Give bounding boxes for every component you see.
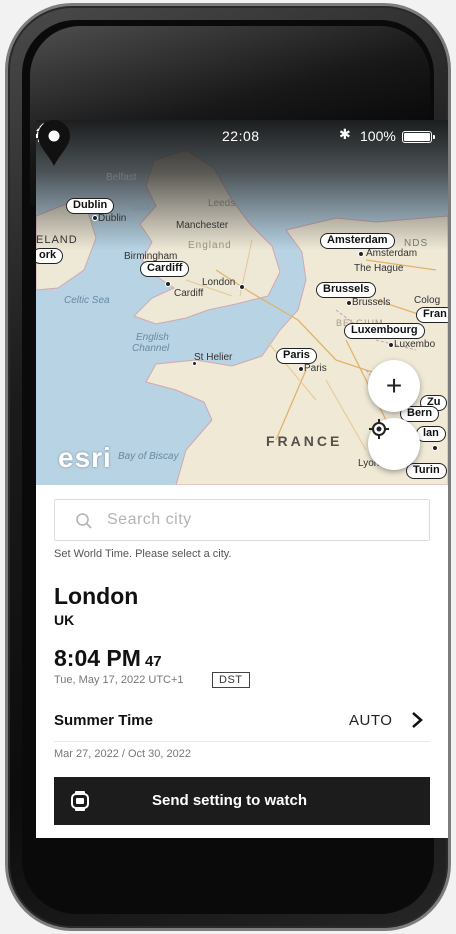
app-screen: Belfast Dublin Dublin Sea Leeds Manchest… bbox=[36, 120, 448, 838]
map-label: Manchester bbox=[176, 220, 229, 231]
battery-percent: 100% bbox=[360, 128, 396, 144]
map-city-chip[interactable]: Amsterdam bbox=[320, 233, 395, 249]
map-city-dot bbox=[239, 284, 245, 290]
time-main: 8:04 PM bbox=[54, 645, 141, 671]
map-label: The Hague bbox=[354, 263, 404, 274]
dst-range: Mar 27, 2022 / Oct 30, 2022 bbox=[54, 748, 191, 760]
send-to-watch-button[interactable]: Send setting to watch bbox=[54, 777, 430, 825]
map-label: Paris bbox=[304, 363, 327, 374]
map-label: ELAND bbox=[36, 234, 78, 246]
map-city-chip[interactable]: ork bbox=[36, 248, 64, 264]
map-city-dot bbox=[358, 251, 364, 257]
map-label: Channel bbox=[132, 343, 170, 354]
map-label: London bbox=[202, 277, 236, 288]
map-city-dot bbox=[432, 445, 438, 451]
status-time: 22:08 bbox=[222, 128, 260, 144]
map-label: Dublin bbox=[98, 213, 127, 224]
map-label: FRANCE bbox=[266, 433, 343, 449]
map-label: Belfast bbox=[106, 172, 137, 183]
battery-icon bbox=[402, 131, 432, 143]
battery-tip bbox=[433, 135, 435, 139]
map-label: Luxembo bbox=[394, 339, 436, 350]
map-city-chip[interactable]: Fran bbox=[416, 307, 448, 323]
status-bar: 22:08 ✱ 100% bbox=[36, 126, 448, 148]
locate-icon bbox=[369, 419, 389, 439]
city-panel: Search city Set World Time. Please selec… bbox=[36, 485, 448, 838]
map-label: English bbox=[136, 332, 169, 343]
date-line: Tue, May 17, 2022 UTC+1 bbox=[54, 674, 184, 686]
world-map[interactable]: Belfast Dublin Dublin Sea Leeds Manchest… bbox=[36, 120, 448, 485]
search-placeholder: Search city bbox=[107, 511, 192, 528]
map-city-dot bbox=[165, 281, 171, 287]
dst-badge: DST bbox=[212, 672, 250, 688]
map-city-chip[interactable]: lan bbox=[416, 426, 446, 442]
map-city-chip[interactable]: Brussels bbox=[316, 282, 377, 298]
divider bbox=[54, 741, 430, 742]
map-city-chip[interactable]: Luxembourg bbox=[344, 323, 425, 339]
city-name: London bbox=[54, 583, 139, 609]
map-city-chip[interactable]: Turin bbox=[406, 463, 447, 479]
current-time: 8:04 PM 47 bbox=[54, 645, 162, 675]
send-button-label: Send setting to watch bbox=[152, 792, 308, 809]
hint-text: Set World Time. Please select a city. bbox=[54, 548, 232, 560]
map-label: Colog bbox=[414, 295, 441, 306]
map-pin-icon[interactable] bbox=[36, 120, 72, 168]
locate-button[interactable] bbox=[368, 418, 420, 470]
map-label: Cardiff bbox=[174, 288, 204, 299]
map-label: Leeds bbox=[208, 198, 236, 209]
map-city-chip[interactable]: Dublin bbox=[66, 198, 115, 214]
map-label: England bbox=[188, 240, 232, 251]
esri-logo: esri bbox=[58, 442, 112, 473]
watch-icon bbox=[71, 791, 89, 811]
summer-time-label[interactable]: Summer Time bbox=[54, 712, 153, 729]
chevron-right-icon[interactable] bbox=[410, 710, 424, 730]
summer-time-mode[interactable]: AUTO bbox=[349, 712, 392, 729]
map-label: Amsterdam bbox=[366, 248, 418, 259]
bluetooth-icon: ✱ bbox=[339, 126, 351, 142]
map-label: St Helier bbox=[194, 352, 233, 363]
map-city-chip[interactable]: Cardiff bbox=[140, 261, 190, 277]
zoom-in-button[interactable]: + bbox=[368, 360, 420, 412]
search-icon bbox=[76, 513, 92, 529]
search-input[interactable]: Search city bbox=[54, 499, 430, 541]
map-label: Sea bbox=[132, 202, 150, 213]
time-seconds: 47 bbox=[144, 653, 162, 670]
country-name: UK bbox=[54, 612, 75, 628]
map-label: Brussels bbox=[352, 297, 391, 308]
map-city-chip[interactable]: Paris bbox=[276, 348, 317, 364]
map-label: Bay of Biscay bbox=[118, 451, 179, 462]
map-label: Celtic Sea bbox=[64, 295, 110, 306]
